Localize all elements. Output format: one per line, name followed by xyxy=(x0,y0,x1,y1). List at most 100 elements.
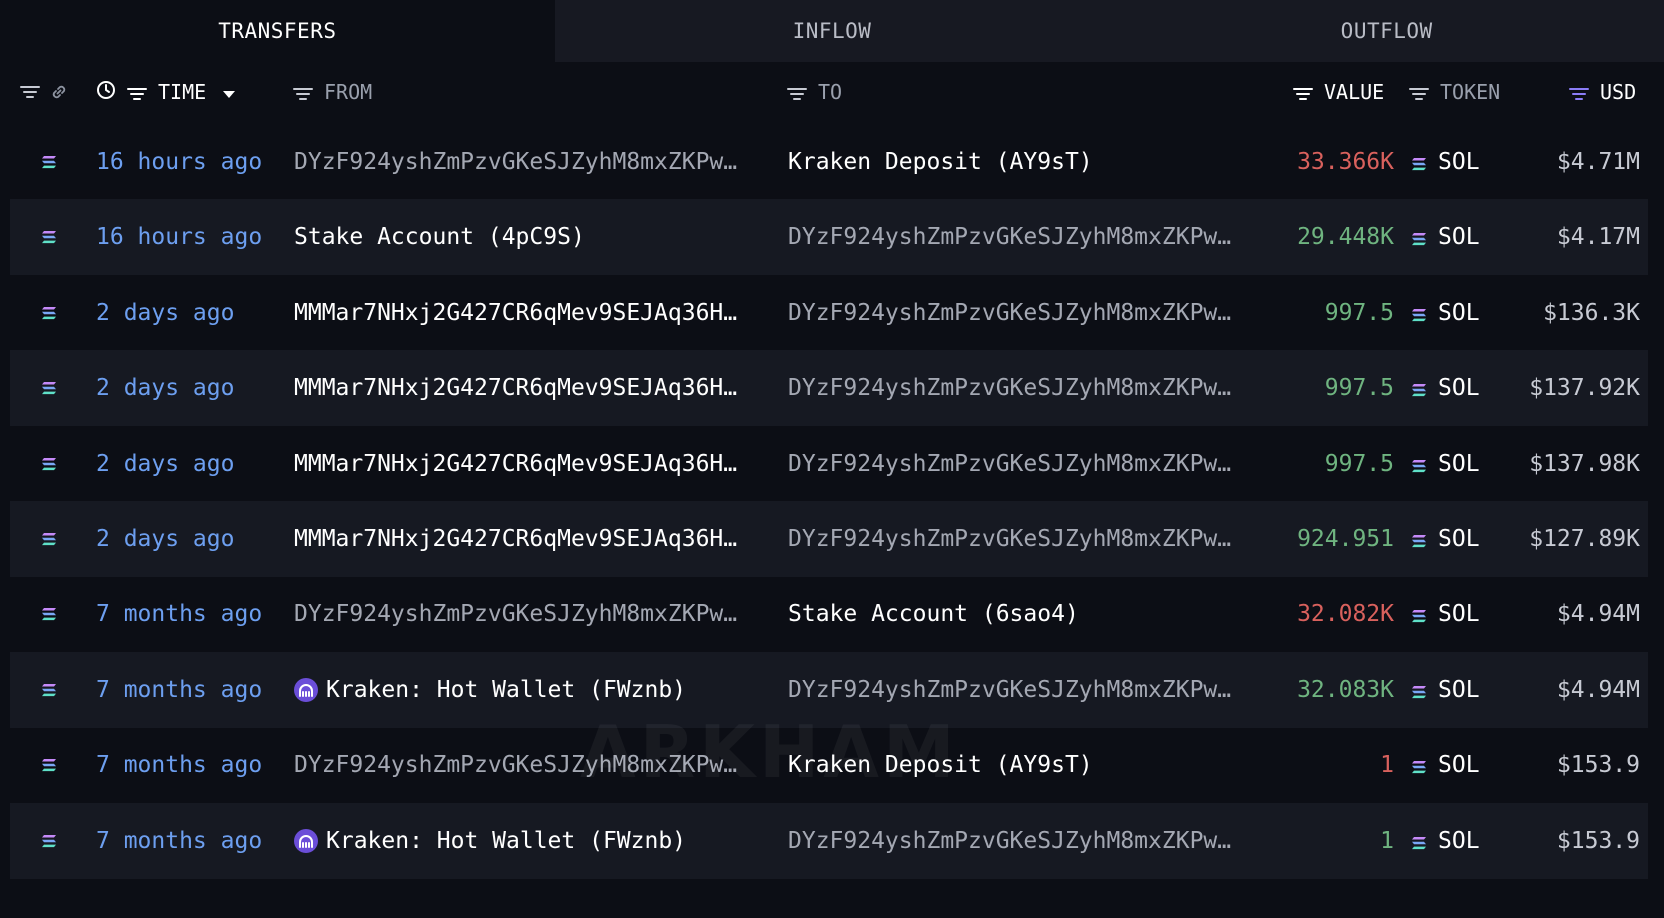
to-address-label: Stake Account (6sao4) xyxy=(788,601,1079,628)
tab-outflow[interactable]: OUTFLOW xyxy=(1109,0,1664,62)
table-row[interactable]: 2 days ago MMMar7NHxj2G427CR6qMev9SEJAq36… xyxy=(10,426,1648,502)
table-row[interactable]: 7 months ago Kraken: Hot Wallet (FWznb) DY… xyxy=(10,802,1648,879)
time-link[interactable]: 7 months ago xyxy=(96,576,286,652)
time-column-header[interactable]: TIME xyxy=(96,62,236,122)
table-row[interactable]: 7 months ago DYzF924yshZmPzvGKeSJZyhM8mxZ… xyxy=(10,727,1648,803)
transfers-panel: TRANSFERS INFLOW OUTFLOW TIME FROM TO VA… xyxy=(0,0,1664,918)
sort-desc-icon[interactable] xyxy=(206,80,236,104)
transfer-value: 997.5 xyxy=(1324,299,1394,326)
table-row[interactable]: 7 months ago DYzF924yshZmPzvGKeSJZyhM8mxZ… xyxy=(10,576,1648,652)
transfer-value: 32.082K xyxy=(1297,601,1394,628)
from-address[interactable]: DYzF924yshZmPzvGKeSJZyhM8mxZKPw… xyxy=(294,124,774,200)
time-link[interactable]: 2 days ago xyxy=(96,426,286,502)
transfer-value: 1 xyxy=(1380,752,1394,779)
link-icon[interactable] xyxy=(50,62,68,122)
usd-value: $153.9 xyxy=(1556,752,1640,779)
solana-chain-icon xyxy=(40,576,64,652)
from-address-label: MMMar7NHxj2G427CR6qMev9SEJAq36H… xyxy=(294,375,738,402)
token-filter-icon[interactable] xyxy=(1408,80,1440,104)
solana-chain-icon xyxy=(40,199,64,275)
table-row[interactable]: 2 days ago MMMar7NHxj2G427CR6qMev9SEJAq36… xyxy=(10,501,1648,577)
to-address-label: Kraken Deposit (AY9sT) xyxy=(788,752,1093,779)
usd-value: $4.94M xyxy=(1556,676,1640,703)
sol-token-icon xyxy=(1410,455,1428,473)
time-filter-icon[interactable] xyxy=(126,80,158,104)
value-column-label: VALUE xyxy=(1324,80,1385,104)
sol-token-icon xyxy=(1410,681,1428,699)
time-link[interactable]: 2 days ago xyxy=(96,350,286,426)
to-column-label: TO xyxy=(818,80,843,104)
time-link[interactable]: 7 months ago xyxy=(96,652,286,728)
to-filter-icon[interactable] xyxy=(786,80,818,104)
to-address-label: DYzF924yshZmPzvGKeSJZyhM8mxZKPw… xyxy=(788,676,1232,703)
solana-chain-icon xyxy=(40,652,64,728)
usd-value: $4.94M xyxy=(1556,601,1640,628)
usd-value: $153.9 xyxy=(1556,827,1640,854)
sol-token-icon xyxy=(1410,832,1428,850)
time-link[interactable]: 16 hours ago xyxy=(96,124,286,200)
from-address-label: Kraken: Hot Wallet (FWznb) xyxy=(326,827,687,854)
usd-column-header[interactable]: USD xyxy=(1568,62,1636,122)
usd-filter-icon[interactable] xyxy=(1568,80,1600,104)
sol-token-icon xyxy=(1410,530,1428,548)
from-address-label: Kraken: Hot Wallet (FWznb) xyxy=(326,676,687,703)
from-address[interactable]: DYzF924yshZmPzvGKeSJZyhM8mxZKPw… xyxy=(294,576,774,652)
sol-token-icon xyxy=(1410,756,1428,774)
sol-token-icon xyxy=(1410,228,1428,246)
solana-chain-icon xyxy=(40,350,64,426)
time-link[interactable]: 16 hours ago xyxy=(96,199,286,275)
usd-value: $137.98K xyxy=(1529,450,1640,477)
sol-token-icon xyxy=(1410,605,1428,623)
kraken-icon xyxy=(294,677,318,702)
to-address-label: DYzF924yshZmPzvGKeSJZyhM8mxZKPw… xyxy=(788,224,1232,251)
to-address-label: DYzF924yshZmPzvGKeSJZyhM8mxZKPw… xyxy=(788,526,1232,552)
transfer-value: 32.083K xyxy=(1297,676,1394,703)
table-header: TIME FROM TO VALUE TOKEN USD xyxy=(0,62,1664,122)
to-address-label: Kraken Deposit (AY9sT) xyxy=(788,149,1093,175)
solana-chain-icon xyxy=(40,426,64,502)
from-address[interactable]: Stake Account (4pC9S) xyxy=(294,199,774,275)
time-column-label: TIME xyxy=(158,80,207,104)
table-row[interactable]: 16 hours ago DYzF924yshZmPzvGKeSJZyhM8mxZ… xyxy=(10,124,1648,200)
time-link[interactable]: 2 days ago xyxy=(96,275,286,351)
usd-value: $4.71M xyxy=(1556,149,1640,175)
usd-value: $136.3K xyxy=(1543,299,1640,326)
time-link[interactable]: 7 months ago xyxy=(96,727,286,803)
to-column-header[interactable]: TO xyxy=(786,62,842,122)
from-address-label: DYzF924yshZmPzvGKeSJZyhM8mxZKPw… xyxy=(294,601,738,628)
from-address[interactable]: MMMar7NHxj2G427CR6qMev9SEJAq36H… xyxy=(294,501,774,577)
solana-chain-icon xyxy=(40,803,64,879)
usd-value: $127.89K xyxy=(1529,526,1640,552)
from-address-label: DYzF924yshZmPzvGKeSJZyhM8mxZKPw… xyxy=(294,752,738,779)
tab-inflow[interactable]: INFLOW xyxy=(554,0,1110,62)
from-address[interactable]: MMMar7NHxj2G427CR6qMev9SEJAq36H… xyxy=(294,426,774,502)
from-address[interactable]: Kraken: Hot Wallet (FWznb) xyxy=(294,803,774,879)
from-address-label: MMMar7NHxj2G427CR6qMev9SEJAq36H… xyxy=(294,450,738,477)
token-column-header[interactable]: TOKEN xyxy=(1408,62,1500,122)
table-row[interactable]: 7 months ago Kraken: Hot Wallet (FWznb) DY… xyxy=(10,651,1648,728)
sol-token-icon xyxy=(1410,304,1428,322)
from-address[interactable]: MMMar7NHxj2G427CR6qMev9SEJAq36H… xyxy=(294,350,774,426)
table-row[interactable]: 16 hours ago Stake Account (4pC9S) DYzF924… xyxy=(10,199,1648,276)
token-column-label: TOKEN xyxy=(1440,80,1501,104)
value-filter-icon[interactable] xyxy=(1292,80,1324,104)
to-address-label: DYzF924yshZmPzvGKeSJZyhM8mxZKPw… xyxy=(788,827,1232,854)
time-link[interactable]: 7 months ago xyxy=(96,803,286,879)
value-column-header[interactable]: VALUE xyxy=(1292,62,1384,122)
transfer-value: 924.951 xyxy=(1297,526,1394,552)
transfer-value: 997.5 xyxy=(1324,450,1394,477)
transfer-value: 29.448K xyxy=(1297,224,1394,251)
table-row[interactable]: 2 days ago MMMar7NHxj2G427CR6qMev9SEJAq36… xyxy=(10,350,1648,427)
chain-filter-icon[interactable] xyxy=(20,62,40,122)
tab-transfers[interactable]: TRANSFERS xyxy=(0,0,555,62)
from-column-header[interactable]: FROM xyxy=(292,62,372,122)
from-address[interactable]: DYzF924yshZmPzvGKeSJZyhM8mxZKPw… xyxy=(294,727,774,803)
time-link[interactable]: 2 days ago xyxy=(96,501,286,577)
from-address-label: MMMar7NHxj2G427CR6qMev9SEJAq36H… xyxy=(294,299,738,326)
table-row[interactable]: 2 days ago MMMar7NHxj2G427CR6qMev9SEJAq36… xyxy=(10,275,1648,351)
usd-value: $4.17M xyxy=(1556,224,1640,251)
from-address[interactable]: MMMar7NHxj2G427CR6qMev9SEJAq36H… xyxy=(294,275,774,351)
from-filter-icon[interactable] xyxy=(292,80,324,104)
from-address[interactable]: Kraken: Hot Wallet (FWznb) xyxy=(294,652,774,728)
usd-value: $137.92K xyxy=(1529,375,1640,402)
